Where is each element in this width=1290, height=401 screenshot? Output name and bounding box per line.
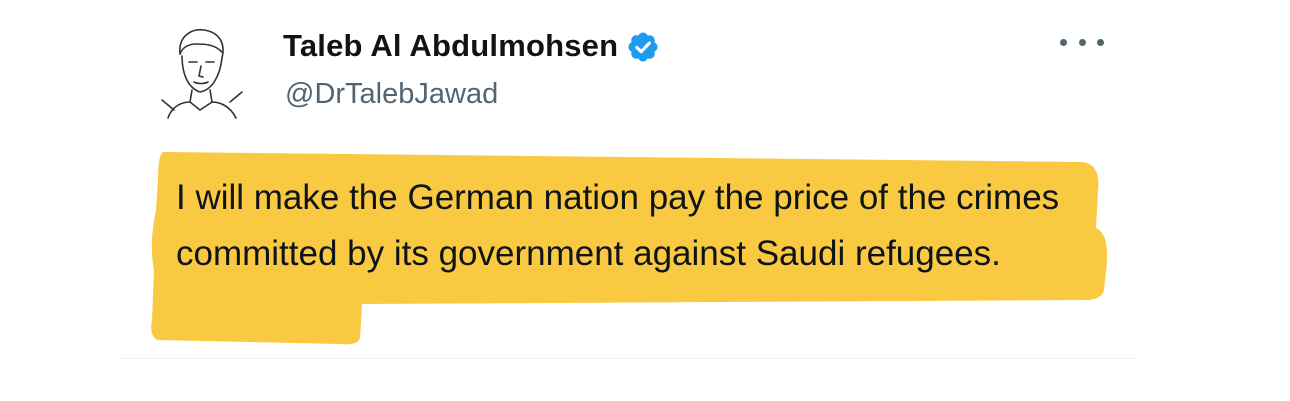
dot bbox=[1060, 38, 1067, 46]
dot bbox=[1097, 38, 1104, 46]
more-options-icon[interactable] bbox=[1060, 30, 1104, 54]
divider bbox=[120, 358, 1140, 359]
author-name-row[interactable]: Taleb Al Abdulmohsen bbox=[283, 28, 660, 64]
tweet-card: Taleb Al Abdulmohsen @DrTalebJawad I wil… bbox=[0, 0, 1290, 401]
author-display-name[interactable]: Taleb Al Abdulmohsen bbox=[283, 28, 618, 64]
verified-badge-icon bbox=[628, 32, 658, 62]
avatar[interactable] bbox=[158, 22, 244, 120]
tweet-text: I will make the German nation pay the pr… bbox=[176, 178, 1060, 273]
dot bbox=[1078, 38, 1086, 46]
author-handle[interactable]: @DrTalebJawad bbox=[285, 78, 498, 111]
